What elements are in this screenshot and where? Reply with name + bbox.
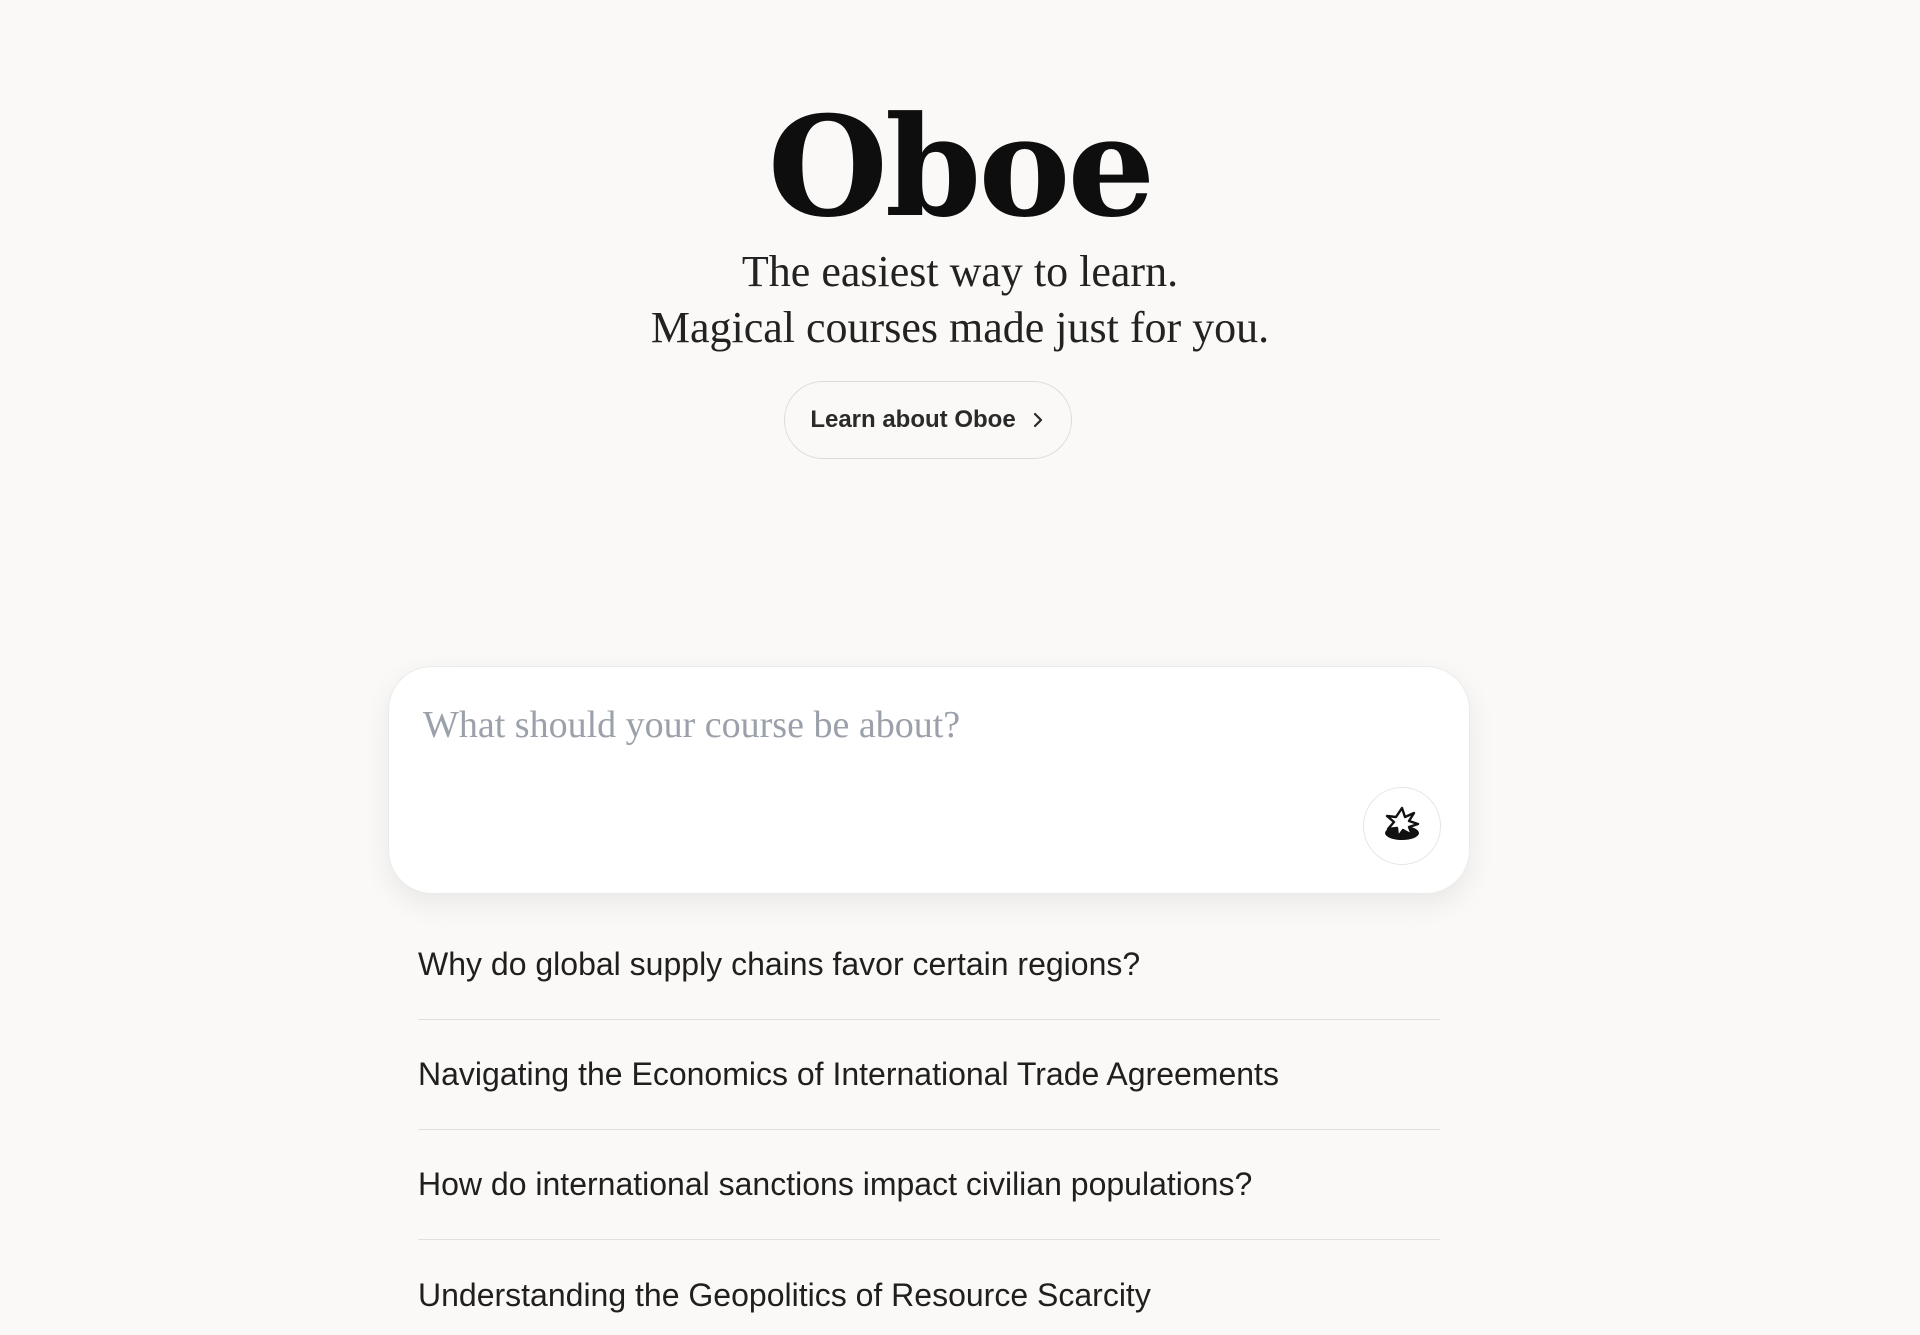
learn-about-oboe-button[interactable]: Learn about Oboe [784,381,1072,459]
tagline-line-1: The easiest way to learn. [741,247,1179,296]
course-topic-input[interactable] [423,695,1383,755]
learn-about-oboe-label: Learn about Oboe [810,406,1016,433]
suggestion-item[interactable]: Why do global supply chains favor certai… [418,910,1440,1020]
course-prompt-card [388,666,1470,894]
chevron-right-icon [1030,410,1046,430]
suggestion-item[interactable]: Understanding the Geopolitics of Resourc… [418,1240,1440,1335]
tagline-line-2: Magical courses made just for you. [650,303,1270,352]
suggestion-item[interactable]: How do international sanctions impact ci… [418,1130,1440,1240]
generate-course-button[interactable] [1363,787,1441,865]
suggestion-item[interactable]: Navigating the Economics of Internationa… [418,1020,1440,1130]
oboe-logo: Oboe [767,85,1156,248]
magic-sparkle-icon [1382,805,1422,848]
suggestion-list: Why do global supply chains favor certai… [418,910,1440,1335]
